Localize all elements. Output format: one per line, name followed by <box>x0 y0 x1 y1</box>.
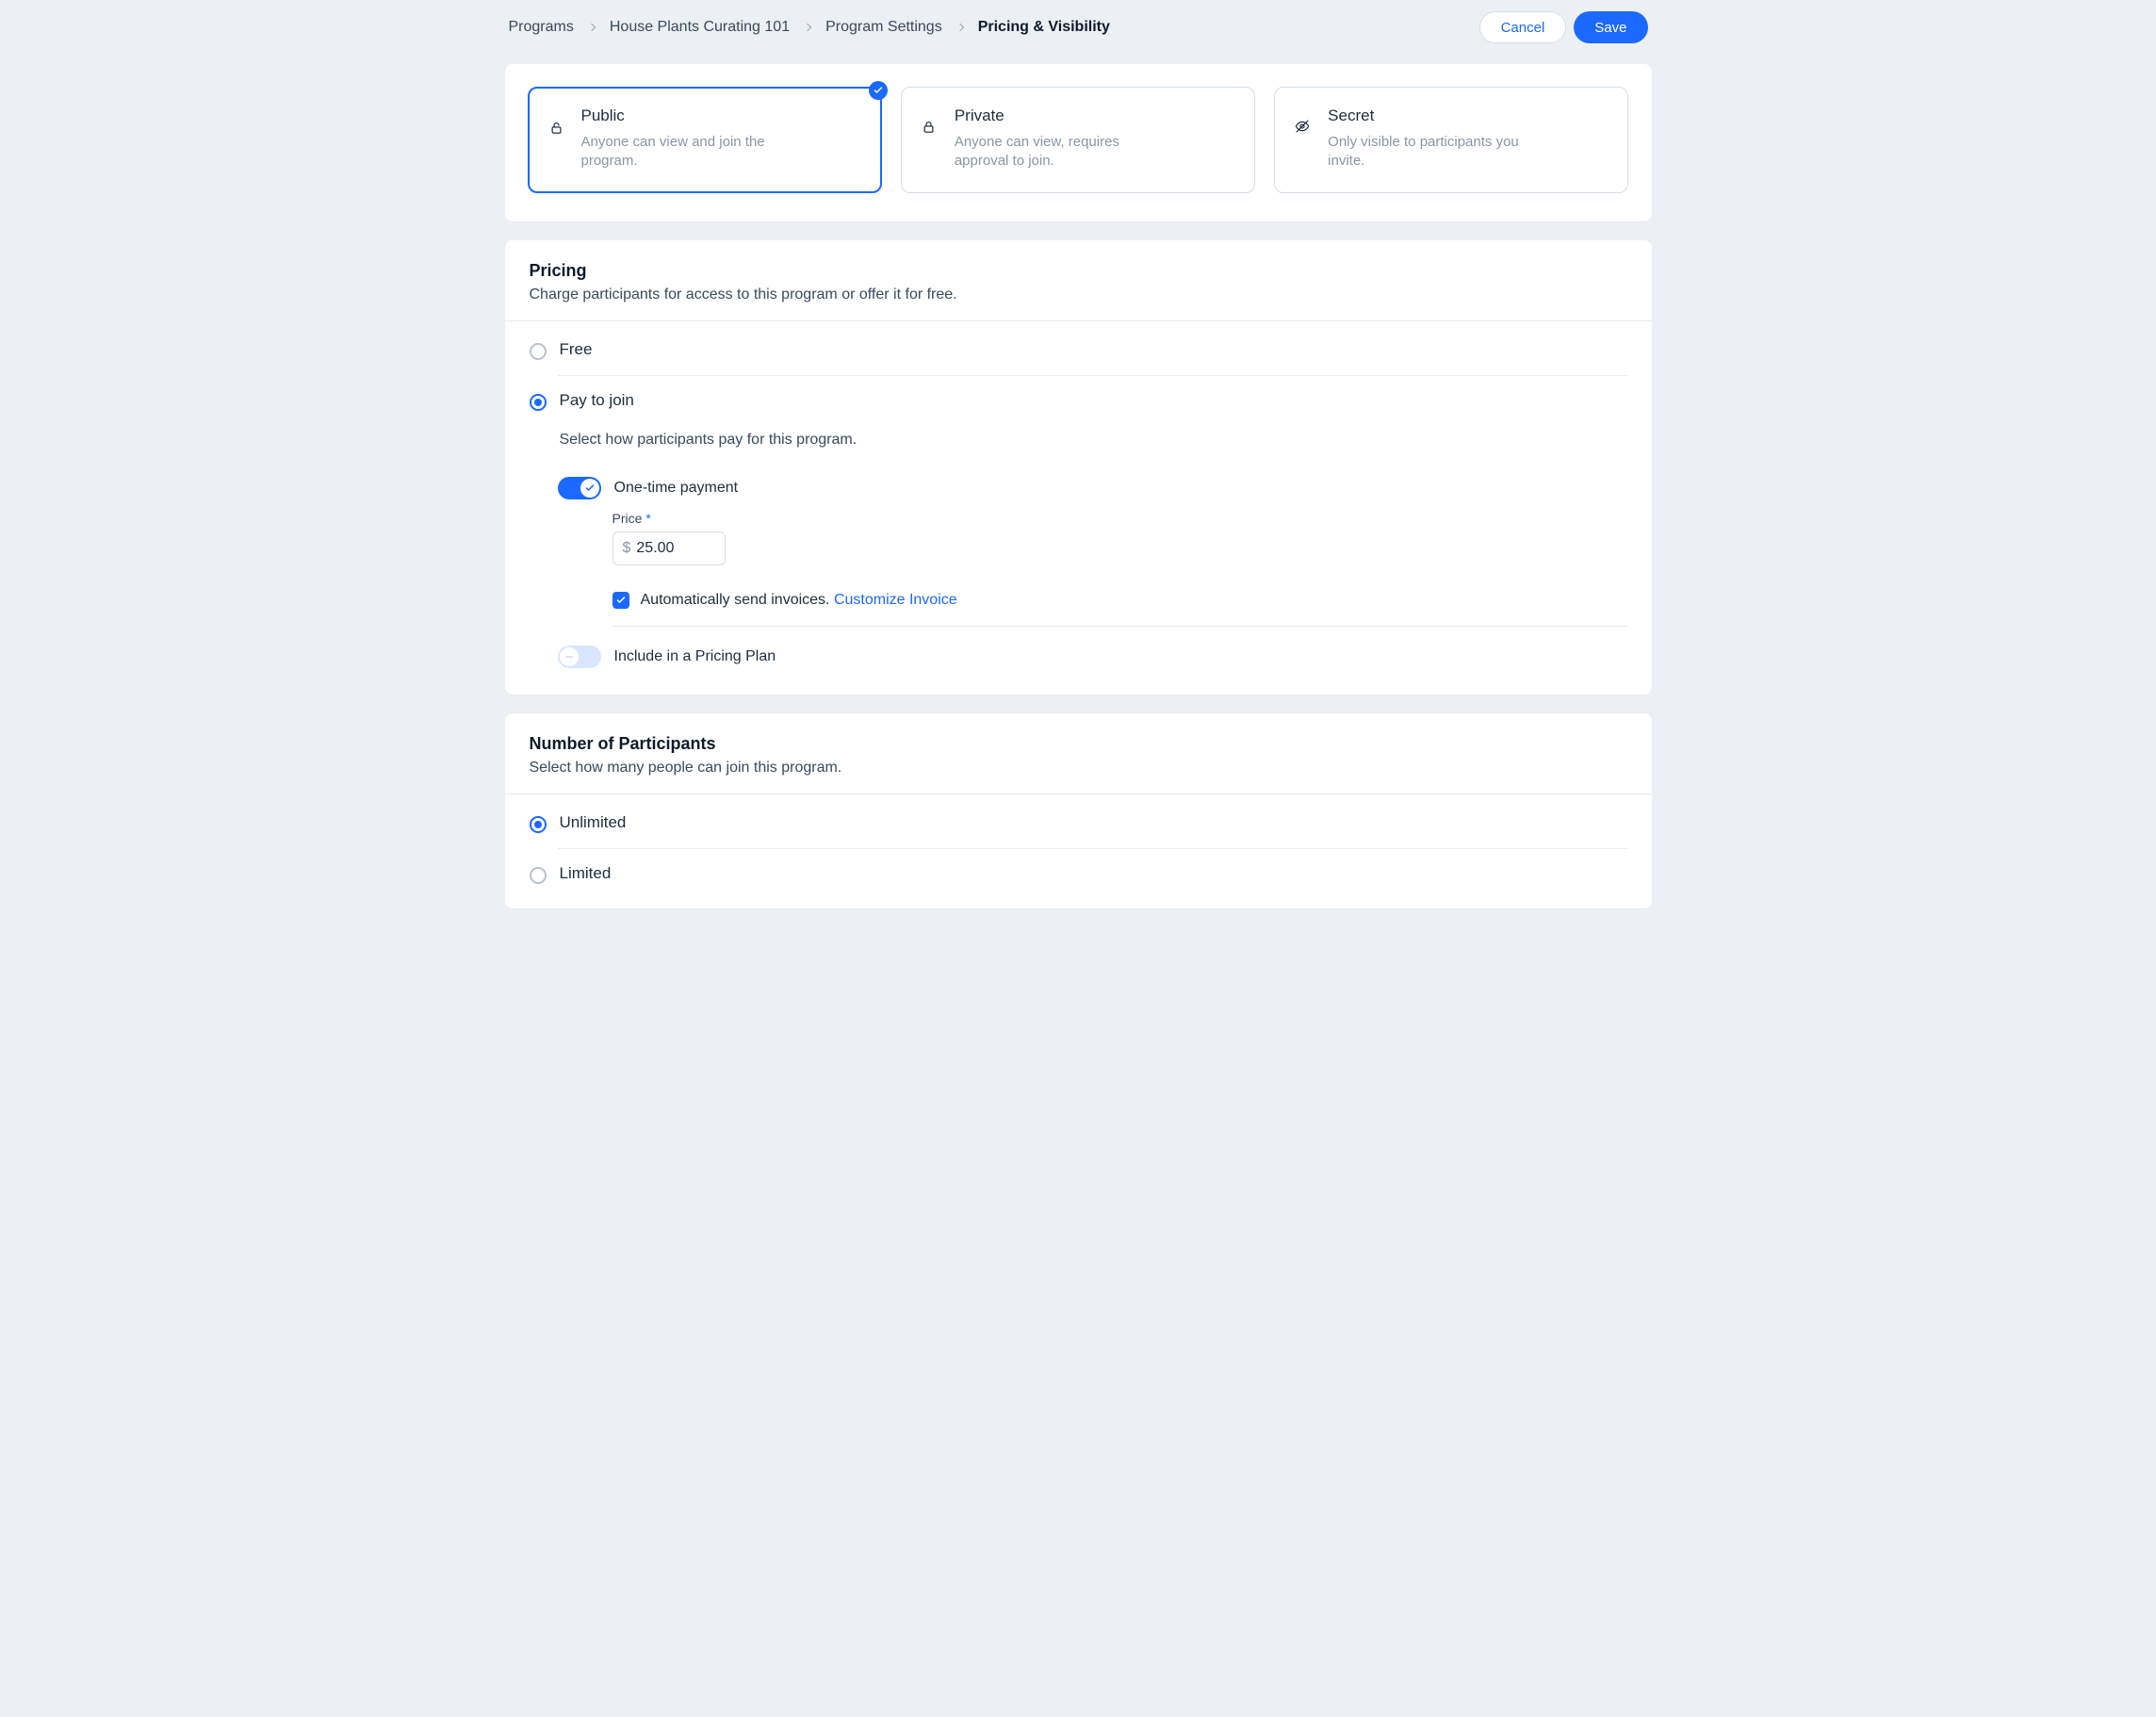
pricing-pay-label: Pay to join <box>560 391 634 411</box>
pricing-plan-label: Include in a Pricing Plan <box>614 648 776 665</box>
pricing-card: Pricing Charge participants for access t… <box>505 240 1652 695</box>
visibility-option-secret[interactable]: Secret Only visible to participants you … <box>1274 87 1628 193</box>
breadcrumbs: Programs House Plants Curating 101 Progr… <box>509 19 1472 36</box>
pricing-option-free[interactable]: Free <box>505 325 1652 375</box>
visibility-option-public[interactable]: Public Anyone can view and join the prog… <box>528 87 882 193</box>
price-input-wrapper[interactable]: $ <box>612 531 726 565</box>
required-indicator: * <box>645 511 650 526</box>
pricing-subheading: Charge participants for access to this p… <box>530 286 1627 303</box>
price-input[interactable] <box>636 540 714 557</box>
save-button[interactable]: Save <box>1574 11 1647 43</box>
pricing-pay-subtitle: Select how participants pay for this pro… <box>560 432 858 449</box>
radio-limited[interactable] <box>530 867 547 884</box>
eye-off-icon <box>1294 118 1311 135</box>
one-time-toggle-row: One-time payment <box>558 464 1652 499</box>
radio-unlimited[interactable] <box>530 816 547 833</box>
breadcrumb-current: Pricing & Visibility <box>978 19 1110 36</box>
participants-card: Number of Participants Select how many p… <box>505 713 1652 908</box>
pricing-free-label: Free <box>560 340 593 359</box>
visibility-card: Public Anyone can view and join the prog… <box>505 64 1652 221</box>
chevron-right-icon <box>804 24 811 31</box>
one-time-label: One-time payment <box>614 480 739 497</box>
pricing-heading: Pricing <box>530 261 1627 281</box>
currency-symbol: $ <box>623 540 631 557</box>
chevron-right-icon <box>588 24 596 31</box>
radio-pay[interactable] <box>530 394 547 411</box>
visibility-secret-title: Secret <box>1328 106 1607 125</box>
auto-invoice-text: Automatically send invoices. <box>641 592 830 608</box>
chevron-right-icon <box>956 24 963 31</box>
auto-invoice-checkbox[interactable] <box>612 592 629 609</box>
breadcrumb-program-name[interactable]: House Plants Curating 101 <box>610 19 790 36</box>
breadcrumb-programs[interactable]: Programs <box>509 19 574 36</box>
price-label: Price <box>612 511 643 526</box>
pricing-option-pay[interactable]: Pay to join Select how participants pay … <box>505 376 1652 464</box>
pricing-plan-toggle-row: Include in a Pricing Plan <box>558 627 1652 685</box>
unlock-icon <box>548 119 565 136</box>
customize-invoice-link[interactable]: Customize Invoice <box>834 592 957 608</box>
visibility-private-desc: Anyone can view, requires approval to jo… <box>955 133 1171 172</box>
unlimited-label: Unlimited <box>560 813 627 832</box>
topbar: Programs House Plants Curating 101 Progr… <box>499 0 1658 55</box>
limited-label: Limited <box>560 864 612 883</box>
visibility-secret-desc: Only visible to participants you invite. <box>1328 133 1544 172</box>
divider <box>505 793 1652 794</box>
breadcrumb-program-settings[interactable]: Program Settings <box>825 19 942 36</box>
visibility-public-desc: Anyone can view and join the program. <box>581 133 798 172</box>
participants-option-unlimited[interactable]: Unlimited <box>505 798 1652 848</box>
radio-free[interactable] <box>530 343 547 360</box>
cancel-button[interactable]: Cancel <box>1479 11 1567 43</box>
pricing-plan-toggle[interactable] <box>558 646 601 668</box>
lock-icon <box>921 118 938 135</box>
one-time-toggle[interactable] <box>558 477 601 499</box>
participants-heading: Number of Participants <box>530 734 1627 754</box>
visibility-private-title: Private <box>955 106 1233 125</box>
divider <box>505 320 1652 321</box>
selected-check-icon <box>869 81 888 100</box>
visibility-option-private[interactable]: Private Anyone can view, requires approv… <box>901 87 1255 193</box>
visibility-public-title: Public <box>581 106 860 125</box>
participants-option-limited[interactable]: Limited <box>505 849 1652 899</box>
participants-subheading: Select how many people can join this pro… <box>530 760 1627 777</box>
